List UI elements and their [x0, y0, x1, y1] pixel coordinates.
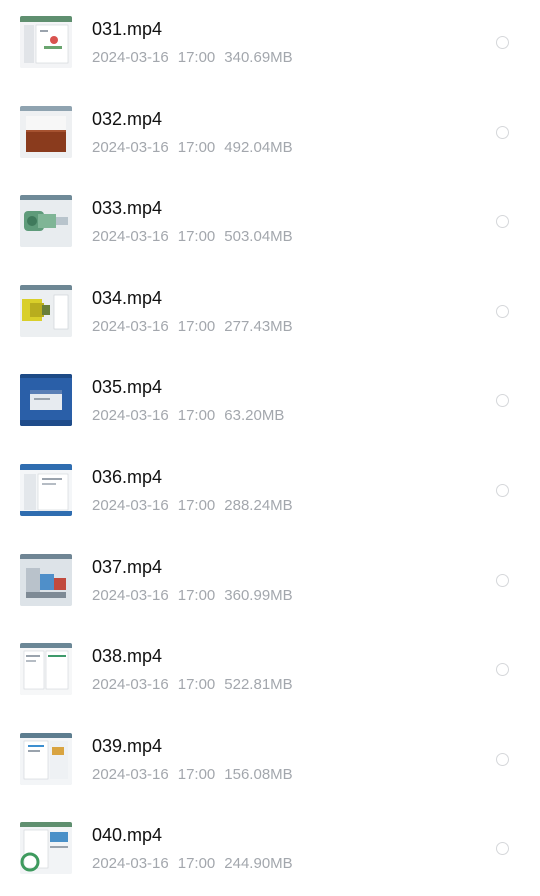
video-thumbnail-icon	[20, 284, 72, 337]
file-name: 037.mp4	[92, 556, 163, 577]
file-meta: 2024-03-16 17:00 492.04MB	[92, 139, 293, 157]
file-name: 038.mp4	[92, 646, 163, 667]
list-item[interactable]: 037.mp4 2024-03-16 17:00 360.99MB	[0, 538, 540, 628]
select-radio[interactable]	[496, 663, 509, 677]
select-radio[interactable]	[496, 394, 509, 408]
file-time: 17:00	[177, 49, 216, 66]
video-thumbnail-icon	[20, 464, 72, 516]
file-name: 035.mp4	[92, 377, 163, 398]
file-date: 2024-03-16	[92, 497, 169, 514]
file-size: 492.04MB	[224, 138, 293, 156]
select-radio[interactable]	[496, 842, 509, 856]
file-meta: 2024-03-16 17:00 244.90MB	[92, 855, 293, 873]
file-meta: 2024-03-16 17:00 360.99MB	[92, 587, 293, 605]
file-name: 031.mp4	[92, 19, 163, 39]
file-time: 17:00	[177, 765, 216, 783]
video-thumbnail-icon	[20, 643, 72, 696]
select-radio[interactable]	[496, 484, 509, 497]
file-size: 156.08MB	[224, 765, 293, 783]
list-item[interactable]: 034.mp4 2024-03-16 17:00 277.43MB	[0, 269, 540, 359]
file-date: 2024-03-16	[92, 586, 169, 604]
file-meta: 2024-03-16 17:00 277.43MB	[92, 318, 293, 336]
select-radio[interactable]	[496, 752, 509, 766]
file-name: 039.mp4	[92, 735, 163, 756]
file-date: 2024-03-16	[92, 765, 169, 783]
video-thumbnail-icon	[20, 105, 72, 158]
file-name: 032.mp4	[92, 108, 163, 129]
video-thumbnail-icon	[20, 16, 72, 68]
video-thumbnail-icon	[20, 732, 72, 785]
list-item[interactable]: 033.mp4 2024-03-16 17:00 503.04MB	[0, 179, 540, 269]
file-meta: 2024-03-16 17:00 522.81MB	[92, 676, 293, 694]
file-date: 2024-03-16	[92, 317, 169, 335]
file-date: 2024-03-16	[92, 228, 169, 246]
file-time: 17:00	[177, 228, 216, 246]
file-time: 17:00	[177, 407, 216, 425]
file-date: 2024-03-16	[92, 49, 169, 66]
select-radio[interactable]	[496, 304, 509, 318]
file-time: 17:00	[177, 497, 216, 514]
list-item[interactable]: 031.mp4 2024-03-16 17:00 340.69MB	[0, 0, 540, 90]
video-thumbnail-icon	[20, 195, 72, 248]
file-name: 033.mp4	[92, 198, 163, 219]
video-thumbnail-icon	[20, 822, 72, 875]
file-size: 288.24MB	[224, 497, 293, 514]
video-thumbnail-icon	[20, 553, 72, 606]
file-meta: 2024-03-16 17:00 340.69MB	[92, 49, 293, 67]
file-meta: 2024-03-16 17:00 288.24MB	[92, 497, 293, 515]
list-item[interactable]: 032.mp4 2024-03-16 17:00 492.04MB	[0, 90, 540, 180]
file-time: 17:00	[177, 138, 216, 156]
file-size: 63.20MB	[224, 407, 285, 425]
file-size: 522.81MB	[224, 676, 293, 694]
file-time: 17:00	[177, 317, 216, 335]
select-radio[interactable]	[496, 573, 509, 587]
file-date: 2024-03-16	[92, 676, 169, 694]
file-name: 036.mp4	[92, 467, 163, 487]
file-meta: 2024-03-16 17:00 63.20MB	[92, 407, 284, 425]
video-thumbnail-icon	[20, 374, 72, 427]
file-date: 2024-03-16	[92, 138, 169, 156]
list-item[interactable]: 035.mp4 2024-03-16 17:00 63.20MB	[0, 358, 540, 448]
file-time: 17:00	[177, 855, 216, 873]
select-radio[interactable]	[496, 36, 509, 49]
file-meta: 2024-03-16 17:00 503.04MB	[92, 228, 293, 246]
list-item[interactable]: 039.mp4 2024-03-16 17:00 156.08MB	[0, 717, 540, 807]
file-name: 040.mp4	[92, 825, 163, 846]
file-size: 340.69MB	[224, 49, 293, 66]
file-time: 17:00	[177, 586, 216, 604]
file-date: 2024-03-16	[92, 407, 169, 425]
list-item[interactable]: 038.mp4 2024-03-16 17:00 522.81MB	[0, 627, 540, 717]
select-radio[interactable]	[496, 215, 509, 229]
file-size: 503.04MB	[224, 228, 293, 246]
file-size: 277.43MB	[224, 317, 293, 335]
file-size: 360.99MB	[224, 586, 293, 604]
file-size: 244.90MB	[224, 855, 293, 873]
file-date: 2024-03-16	[92, 855, 169, 873]
file-time: 17:00	[177, 676, 216, 694]
list-item[interactable]: 040.mp4 2024-03-16 17:00 244.90MB	[0, 806, 540, 896]
select-radio[interactable]	[496, 125, 509, 139]
file-meta: 2024-03-16 17:00 156.08MB	[92, 766, 293, 784]
file-name: 034.mp4	[92, 287, 163, 308]
file-list: 031.mp4 2024-03-16 17:00 340.69MB 032.mp4 …	[0, 0, 540, 876]
list-item[interactable]: 036.mp4 2024-03-16 17:00 288.24MB	[0, 448, 540, 538]
